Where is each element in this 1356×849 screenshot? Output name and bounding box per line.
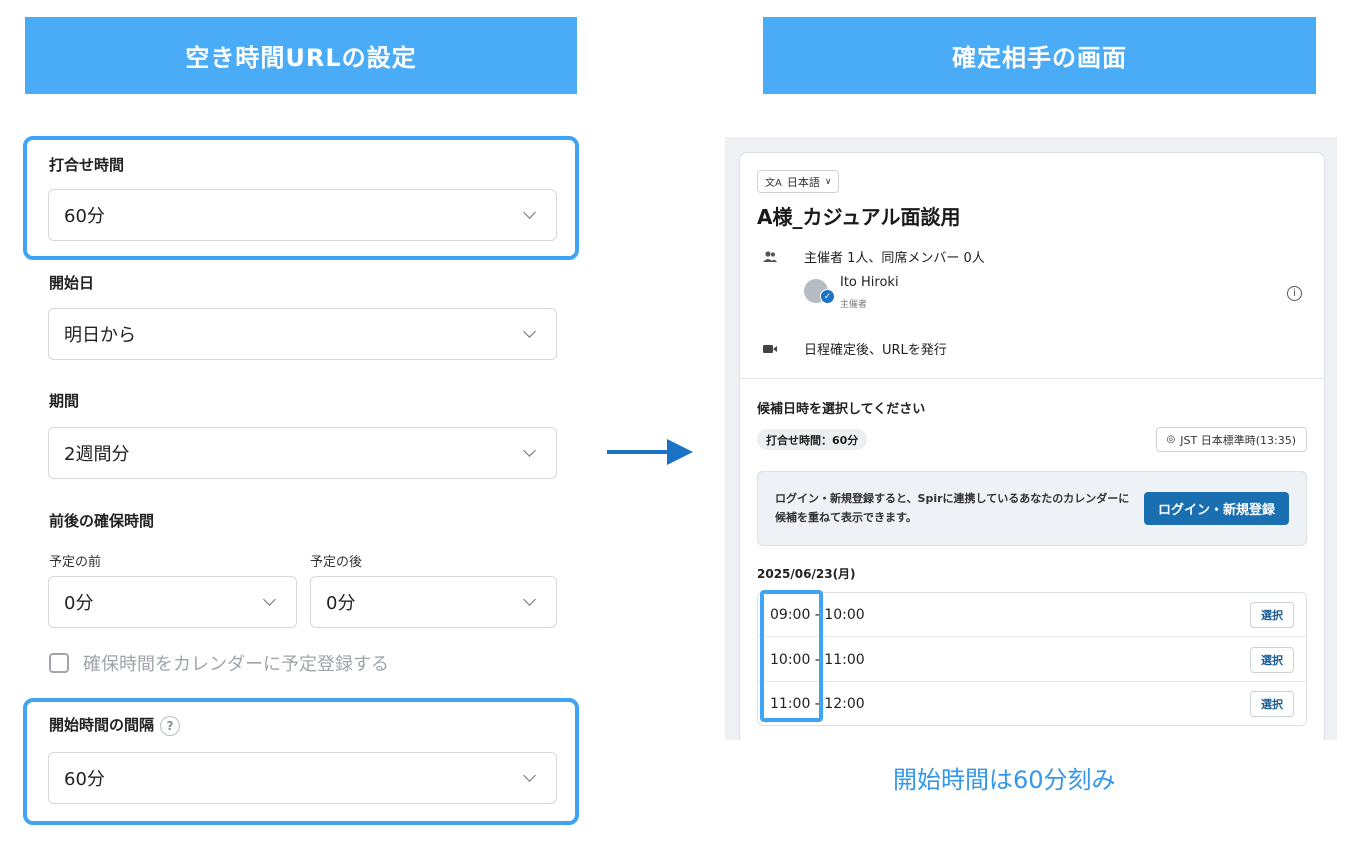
translate-icon: 文A bbox=[765, 178, 782, 189]
buffer-before-value: 0分 bbox=[64, 593, 94, 614]
organizer-name: Ito Hiroki bbox=[840, 275, 899, 290]
booking-preview: 文A 日本語 ∨ A様_カジュアル面談用 主催者 1人、同席メンバー 0人 ✓ … bbox=[725, 137, 1337, 740]
chevron-down-icon bbox=[523, 325, 536, 338]
list-item[interactable]: 11:00 - 12:00 選択 bbox=[758, 682, 1306, 726]
period-label: 期間 bbox=[49, 392, 80, 410]
slot-date: 2025/06/23(月) bbox=[757, 567, 856, 581]
period-value: 2週間分 bbox=[64, 444, 130, 465]
chevron-down-icon bbox=[523, 206, 536, 219]
select-slot-button[interactable]: 選択 bbox=[1250, 602, 1294, 628]
buffer-label: 前後の確保時間 bbox=[49, 512, 155, 530]
start-date-value: 明日から bbox=[64, 325, 136, 346]
settings-banner: 空き時間URLの設定 bbox=[25, 17, 577, 94]
buffer-before-select[interactable]: 0分 bbox=[48, 576, 297, 628]
preview-banner: 確定相手の画面 bbox=[763, 17, 1316, 94]
list-item[interactable]: 09:00 - 10:00 選択 bbox=[758, 593, 1306, 637]
divider bbox=[740, 378, 1324, 379]
booking-card: 文A 日本語 ∨ A様_カジュアル面談用 主催者 1人、同席メンバー 0人 ✓ … bbox=[739, 152, 1325, 740]
list-item[interactable]: 10:00 - 11:00 選択 bbox=[758, 638, 1306, 682]
chevron-down-icon bbox=[263, 593, 276, 606]
slot-time: 11:00 - 12:00 bbox=[770, 696, 865, 712]
start-date-label: 開始日 bbox=[49, 274, 95, 292]
buffer-after-select[interactable]: 0分 bbox=[310, 576, 557, 628]
caption: 開始時間は60分刻み bbox=[893, 766, 1116, 794]
event-title: A様_カジュアル面談用 bbox=[757, 205, 961, 229]
start-interval-label: 開始時間の間隔 bbox=[49, 716, 155, 734]
login-button[interactable]: ログイン・新規登録 bbox=[1143, 492, 1289, 525]
start-interval-value: 60分 bbox=[64, 769, 105, 790]
buffer-after-label: 予定の後 bbox=[310, 555, 363, 570]
slot-list: 09:00 - 10:00 選択 10:00 - 11:00 選択 11:00 … bbox=[757, 592, 1307, 726]
language-select[interactable]: 文A 日本語 ∨ bbox=[757, 170, 840, 193]
login-prompt-text: ログイン・新規登録すると、Spirに連携しているあなたのカレンダーに候補を重ねて… bbox=[775, 492, 1130, 524]
help-icon[interactable]: ? bbox=[160, 715, 181, 736]
members-summary: 主催者 1人、同席メンバー 0人 bbox=[804, 251, 985, 266]
meeting-duration-select[interactable]: 60分 bbox=[48, 189, 557, 241]
start-date-select[interactable]: 明日から bbox=[48, 308, 557, 360]
select-slot-button[interactable]: 選択 bbox=[1250, 647, 1294, 673]
chevron-down-icon: ∨ bbox=[824, 176, 832, 187]
chevron-down-icon bbox=[523, 444, 536, 457]
slot-time: 09:00 - 10:00 bbox=[770, 606, 865, 623]
login-prompt-box: ログイン・新規登録すると、Spirに連携しているあなたのカレンダーに候補を重ねて… bbox=[757, 471, 1307, 546]
people-icon bbox=[763, 251, 777, 262]
info-icon[interactable]: i bbox=[1287, 286, 1302, 301]
register-buffer-label: 確保時間をカレンダーに予定登録する bbox=[83, 654, 389, 675]
video-camera-icon bbox=[763, 345, 777, 353]
meeting-duration-label: 打合せ時間 bbox=[49, 156, 125, 174]
select-slot-button[interactable]: 選択 bbox=[1250, 691, 1294, 717]
register-buffer-row: 確保時間をカレンダーに予定登録する bbox=[49, 650, 389, 676]
select-heading: 候補日時を選択してください bbox=[757, 402, 926, 417]
chevron-down-icon bbox=[523, 593, 536, 606]
timezone-select[interactable]: ◎ JST 日本標準時(13:35) bbox=[1155, 427, 1307, 452]
slot-time: 10:00 - 11:00 bbox=[770, 651, 865, 668]
language-value: 日本語 bbox=[786, 175, 820, 189]
globe-icon: ◎ bbox=[1166, 434, 1176, 445]
check-badge-icon: ✓ bbox=[820, 289, 835, 304]
buffer-after-value: 0分 bbox=[326, 593, 356, 614]
register-buffer-checkbox[interactable] bbox=[49, 653, 69, 673]
start-interval-label-row: 開始時間の間隔? bbox=[49, 714, 181, 736]
arrow-right-icon bbox=[607, 439, 693, 465]
meeting-url-note: 日程確定後、URLを発行 bbox=[804, 343, 947, 358]
duration-pill: 打合せ時間：60分 bbox=[757, 429, 868, 450]
buffer-before-label: 予定の前 bbox=[49, 555, 102, 570]
timezone-value: JST 日本標準時(13:35) bbox=[1180, 433, 1296, 447]
chevron-down-icon bbox=[523, 769, 536, 782]
meeting-duration-value: 60分 bbox=[64, 206, 105, 227]
organizer-role: 主催者 bbox=[840, 300, 868, 310]
start-interval-select[interactable]: 60分 bbox=[48, 752, 557, 804]
period-select[interactable]: 2週間分 bbox=[48, 427, 557, 479]
